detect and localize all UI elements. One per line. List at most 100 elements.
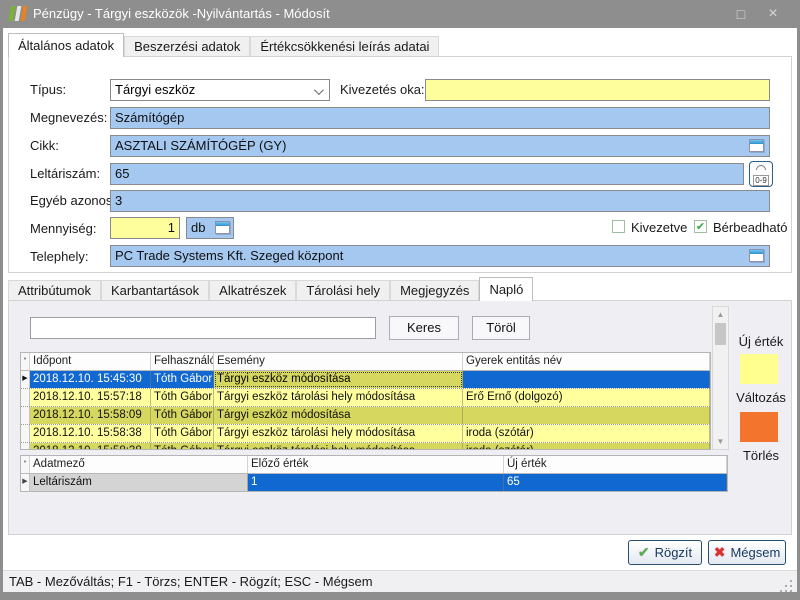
keres-button[interactable]: Keres bbox=[389, 316, 459, 340]
cell-esemeny[interactable]: Tárgyi eszköz módosítása bbox=[214, 371, 463, 388]
col-adatmezo[interactable]: Adatmező bbox=[30, 456, 248, 473]
cell-idopont[interactable]: 2018.12.10. 15:45:30 bbox=[30, 371, 151, 388]
kivezetes-oka-label: Kivezetés oka: bbox=[340, 82, 425, 97]
berbeadhato-label: Bérbeadható bbox=[713, 220, 787, 235]
col-gyerek-entitas[interactable]: Gyerek entitás név bbox=[463, 353, 710, 370]
tab-beszerzesi-adatok[interactable]: Beszerzési adatok bbox=[124, 36, 250, 57]
row-selector bbox=[21, 443, 30, 450]
titlebar[interactable]: Pénzügy - Tárgyi eszközök -Nyilvántartás… bbox=[0, 0, 800, 28]
cikk-input[interactable]: ASZTALI SZÁMÍTÓGÉP (GY) bbox=[110, 135, 770, 157]
megsem-button[interactable]: ✖ Mégsem bbox=[708, 540, 786, 565]
chevron-down-icon bbox=[314, 85, 324, 95]
resize-grip[interactable] bbox=[790, 580, 792, 582]
bottom-tabstrip: Attribútumok Karbantartások Alkatrészek … bbox=[8, 277, 533, 301]
tab-attributumok[interactable]: Attribútumok bbox=[8, 280, 101, 301]
cell-idopont[interactable]: 2018.12.10. 15:57:18 bbox=[30, 389, 151, 406]
telephely-browse-icon[interactable] bbox=[749, 249, 764, 262]
log-table-header[interactable]: * Időpont Felhasználó Esemény Gyerek ent… bbox=[21, 353, 710, 371]
kivezetve-checkbox[interactable] bbox=[612, 220, 625, 233]
row-selector bbox=[21, 407, 30, 424]
megnevezes-input[interactable]: Számítógép bbox=[110, 107, 770, 129]
leltariszam-input[interactable]: 65 bbox=[110, 163, 744, 185]
tab-karbantartasok[interactable]: Karbantartások bbox=[101, 280, 209, 301]
cikk-label: Cikk: bbox=[30, 138, 59, 153]
tipus-selected-value: Tárgyi eszköz bbox=[115, 82, 195, 97]
torol-button[interactable]: Töröl bbox=[472, 316, 530, 340]
col-elozo-ertek[interactable]: Előző érték bbox=[248, 456, 504, 473]
cell-felhasznalo[interactable]: Tóth Gábor bbox=[151, 389, 214, 406]
cikk-browse-icon[interactable] bbox=[749, 139, 764, 152]
cell-idopont[interactable]: 2018.12.10. 15:58:38 bbox=[30, 425, 151, 442]
col-uj-ertek[interactable]: Új érték bbox=[504, 456, 727, 473]
legend-uj-ertek-label: Új érték bbox=[731, 334, 791, 349]
log-row[interactable]: 2018.12.10. 15:57:18 Tóth Gábor Tárgyi e… bbox=[21, 389, 710, 407]
log-row[interactable]: 2018.12.10. 15:58:09 Tóth Gábor Tárgyi e… bbox=[21, 407, 710, 425]
leltariszam-numpad-button[interactable]: 0-9 bbox=[749, 161, 773, 187]
cell-felhasznalo[interactable]: Tóth Gábor bbox=[151, 371, 214, 388]
cell-esemeny[interactable]: Tárgyi eszköz tárolási hely módosítása bbox=[214, 443, 463, 450]
tab-megjegyzes[interactable]: Megjegyzés bbox=[390, 280, 479, 301]
cell-idopont[interactable]: 2018.12.10. 15:58:38 bbox=[30, 443, 151, 450]
status-bar: TAB - Mezőváltás; F1 - Törzs; ENTER - Rö… bbox=[3, 570, 797, 592]
tab-alkatreszek[interactable]: Alkatrészek bbox=[209, 280, 296, 301]
cell-esemeny[interactable]: Tárgyi eszköz tárolási hely módosítása bbox=[214, 425, 463, 442]
app-icon bbox=[10, 6, 28, 22]
log-row[interactable]: 2018.12.10. 15:58:38 Tóth Gábor Tárgyi e… bbox=[21, 425, 710, 443]
cell-gyerek[interactable]: iroda (szótár) bbox=[463, 443, 710, 450]
log-row-selected[interactable]: ▶ 2018.12.10. 15:45:30 Tóth Gábor Tárgyi… bbox=[21, 371, 710, 389]
row-indicator-icon: ▶ bbox=[21, 474, 30, 491]
cell-gyerek[interactable] bbox=[463, 371, 710, 388]
mennyiseg-input[interactable]: 1 bbox=[110, 217, 180, 239]
tab-altalanos-adatok[interactable]: Általános adatok bbox=[8, 33, 124, 57]
log-search-input[interactable] bbox=[30, 317, 376, 339]
maximize-button[interactable]: □ bbox=[726, 0, 756, 28]
status-text: TAB - Mezőváltás; F1 - Törzs; ENTER - Rö… bbox=[9, 574, 373, 589]
cell-idopont[interactable]: 2018.12.10. 15:58:09 bbox=[30, 407, 151, 424]
cell-elozo-ertek[interactable]: 1 bbox=[248, 474, 504, 491]
tab-naplo[interactable]: Napló bbox=[479, 277, 533, 301]
cell-uj-ertek[interactable]: 65 bbox=[504, 474, 727, 491]
scroll-down-icon[interactable]: ▼ bbox=[713, 434, 728, 449]
log-table: * Időpont Felhasználó Esemény Gyerek ent… bbox=[20, 352, 711, 450]
cell-felhasznalo[interactable]: Tóth Gábor bbox=[151, 443, 214, 450]
kivezetve-label: Kivezetve bbox=[631, 220, 687, 235]
tab-tarolasi-hely[interactable]: Tárolási hely bbox=[296, 280, 390, 301]
cell-gyerek[interactable]: Erő Ernő (dolgozó) bbox=[463, 389, 710, 406]
log-row-partial[interactable]: 2018.12.10. 15:58:38 Tóth Gábor Tárgyi e… bbox=[21, 443, 710, 450]
cell-felhasznalo[interactable]: Tóth Gábor bbox=[151, 425, 214, 442]
kivezetes-oka-input[interactable] bbox=[425, 79, 770, 101]
megsem-button-label: Mégsem bbox=[730, 545, 780, 560]
window-title: Pénzügy - Tárgyi eszközök -Nyilvántartás… bbox=[33, 0, 330, 28]
scroll-thumb[interactable] bbox=[715, 323, 726, 345]
cell-felhasznalo[interactable]: Tóth Gábor bbox=[151, 407, 214, 424]
rogzit-button[interactable]: ✔ Rögzít bbox=[628, 540, 702, 565]
dialog-window: Pénzügy - Tárgyi eszközök -Nyilvántartás… bbox=[0, 0, 800, 600]
legend-torles-label: Törlés bbox=[731, 448, 791, 463]
detail-table-header[interactable]: * Adatmező Előző érték Új érték bbox=[21, 456, 727, 474]
detail-row[interactable]: ▶ Leltáriszám 1 65 bbox=[21, 474, 727, 492]
berbeadhato-checkbox[interactable]: ✔ bbox=[694, 220, 707, 233]
cell-esemeny[interactable]: Tárgyi eszköz tárolási hely módosítása bbox=[214, 389, 463, 406]
cell-esemeny[interactable]: Tárgyi eszköz módosítása bbox=[214, 407, 463, 424]
change-detail-table: * Adatmező Előző érték Új érték ▶ Leltár… bbox=[20, 455, 728, 492]
close-button[interactable]: × bbox=[758, 0, 788, 28]
tipus-label: Típus: bbox=[30, 82, 66, 97]
tab-ertekcsokkenesi[interactable]: Értékcsökkenési leírás adatai bbox=[250, 36, 439, 57]
cell-adatmezo[interactable]: Leltáriszám bbox=[30, 474, 248, 491]
rogzit-button-label: Rögzít bbox=[655, 545, 693, 560]
col-esemeny[interactable]: Esemény bbox=[214, 353, 463, 370]
tipus-select[interactable]: Tárgyi eszköz bbox=[110, 79, 330, 101]
mennyiseg-unit-value: db bbox=[191, 220, 205, 235]
scroll-up-icon[interactable]: ▲ bbox=[713, 307, 728, 322]
leltariszam-label: Leltáriszám: bbox=[30, 166, 100, 181]
cell-gyerek[interactable] bbox=[463, 407, 710, 424]
selector-header: * bbox=[21, 456, 30, 473]
log-scrollbar[interactable]: ▲ ▼ bbox=[712, 306, 729, 450]
legend-orange-swatch bbox=[740, 412, 778, 442]
egyeb-azonosito-input[interactable]: 3 bbox=[110, 190, 770, 212]
cell-gyerek[interactable]: iroda (szótár) bbox=[463, 425, 710, 442]
col-idopont[interactable]: Időpont bbox=[30, 353, 151, 370]
telephely-input[interactable]: PC Trade Systems Kft. Szeged központ bbox=[110, 245, 770, 267]
col-felhasznalo[interactable]: Felhasználó bbox=[151, 353, 214, 370]
mennyiseg-unit-select[interactable]: db bbox=[186, 217, 234, 239]
